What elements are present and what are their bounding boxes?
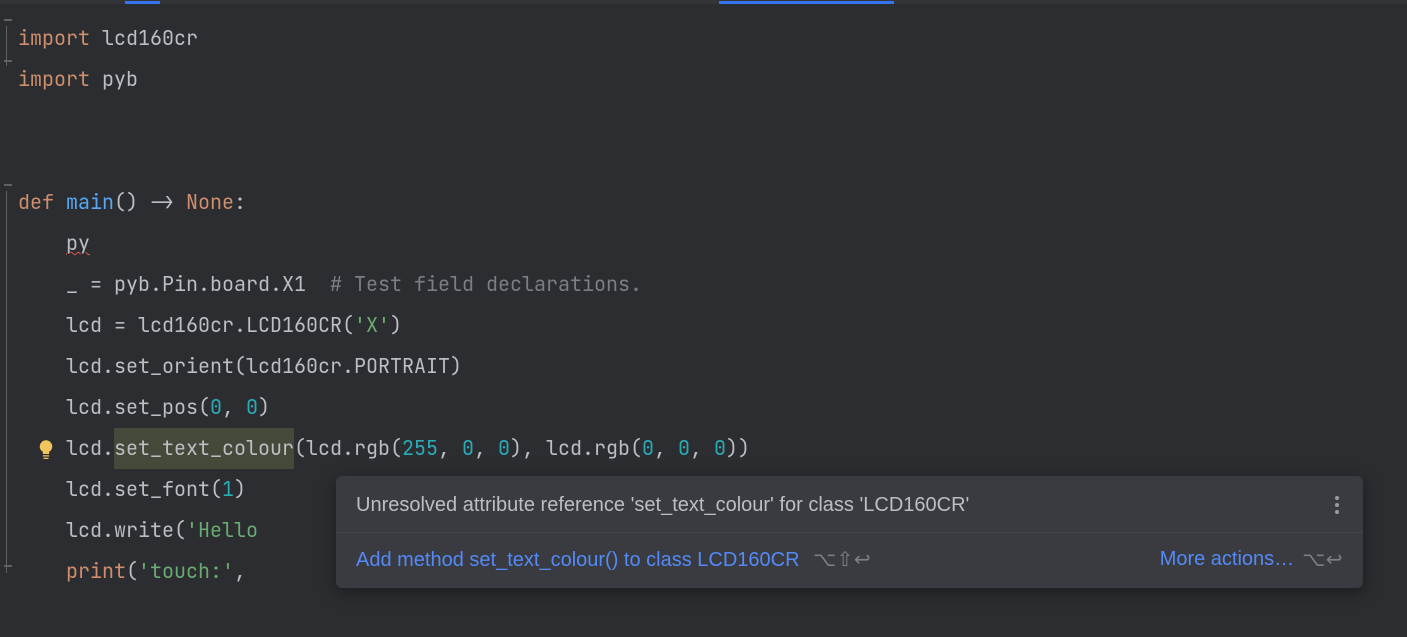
code-text: lcd.set_pos( [66,387,210,428]
function-name: main [66,182,114,223]
string: 'touch:' [138,551,234,592]
punct: , [234,551,246,592]
module-name: lcd160cr [102,18,198,59]
punct: , [654,428,678,469]
punct: , [690,428,714,469]
module-name: pyb [102,59,138,100]
code-line: lcd.set_pos(0, 0) [18,387,1407,428]
code-line: import pyb [18,59,1407,100]
inspection-tooltip: Unresolved attribute reference 'set_text… [336,476,1363,588]
keyword: def [18,182,54,223]
punct: ) [258,387,270,428]
builtin: print [66,551,126,592]
number: 0 [498,428,510,469]
number: 0 [462,428,474,469]
editor-tabs-bar [0,0,1407,4]
punct: : [234,182,246,223]
code-line: import lcd160cr [18,18,1407,59]
fold-end-icon[interactable] [3,560,13,572]
number: 255 [402,428,438,469]
punct: () [114,182,138,223]
kebab-menu-icon[interactable] [1331,492,1343,518]
code-line: lcd = lcd160cr.LCD160CR('X') [18,305,1407,346]
code-text: lcd = lcd160cr.LCD160CR( [66,305,354,346]
more-actions-row: More actions… ⌥↩ [1160,547,1343,572]
code-text: ), lcd.rgb( [510,428,642,469]
tooltip-title: Unresolved attribute reference 'set_text… [356,494,969,517]
number: 0 [246,387,258,428]
string: 'Hello [186,510,258,551]
code-line: _ = pyb.Pin.board.X1 # Test field declar… [18,264,1407,305]
string: 'X' [354,305,390,346]
punct: ) [234,469,246,510]
punct: -> [138,182,186,223]
code-line: py [18,223,1407,264]
comment: # Test field declarations. [330,264,642,305]
punct: , [474,428,498,469]
number: 1 [222,469,234,510]
fold-line [6,26,7,66]
number: 0 [714,428,726,469]
code-line: lcd.set_orient(lcd160cr.PORTRAIT) [18,346,1407,387]
code-text: _ = pyb.Pin.board.X1 [66,264,330,305]
number: 0 [678,428,690,469]
code-text: lcd. [66,428,114,469]
more-actions-link[interactable]: More actions… [1160,548,1295,571]
code-text: lcd.write( [66,510,186,551]
number: 0 [210,387,222,428]
fold-toggle-icon[interactable] [3,55,13,67]
punct: , [222,387,246,428]
fold-toggle-icon[interactable] [3,14,13,26]
punct: ) [390,305,402,346]
shortcut-label: ⌥⇧↩ [813,549,871,571]
quickfix-action[interactable]: Add method set_text_colour() to class LC… [356,549,800,571]
keyword: import [18,18,90,59]
type: None [186,182,234,223]
warning-highlight: set_text_colour [114,428,294,469]
code-line [18,100,1407,141]
number: 0 [642,428,654,469]
code-line: lcd.set_text_colour(lcd.rgb(255, 0, 0), … [18,428,1407,469]
punct: ( [126,551,138,592]
unresolved-ref: py [66,223,90,264]
tab-indicator-1 [125,1,160,4]
code-text: (lcd.rgb( [294,428,402,469]
fold-line [6,191,7,573]
code-text: lcd.set_font( [66,469,222,510]
tab-indicator-2 [719,1,894,4]
punct: )) [726,428,750,469]
tooltip-header: Unresolved attribute reference 'set_text… [336,476,1363,533]
editor-gutter [0,4,15,637]
code-text: lcd.set_orient(lcd160cr.PORTRAIT) [66,346,462,387]
code-line: def main() -> None: [18,182,1407,223]
tooltip-body: Add method set_text_colour() to class LC… [336,533,1363,588]
keyword: import [18,59,90,100]
fold-toggle-icon[interactable] [3,179,13,191]
quickfix-row: Add method set_text_colour() to class LC… [356,547,871,572]
punct: , [438,428,462,469]
code-line [18,141,1407,182]
shortcut-label: ⌥↩ [1302,547,1343,572]
